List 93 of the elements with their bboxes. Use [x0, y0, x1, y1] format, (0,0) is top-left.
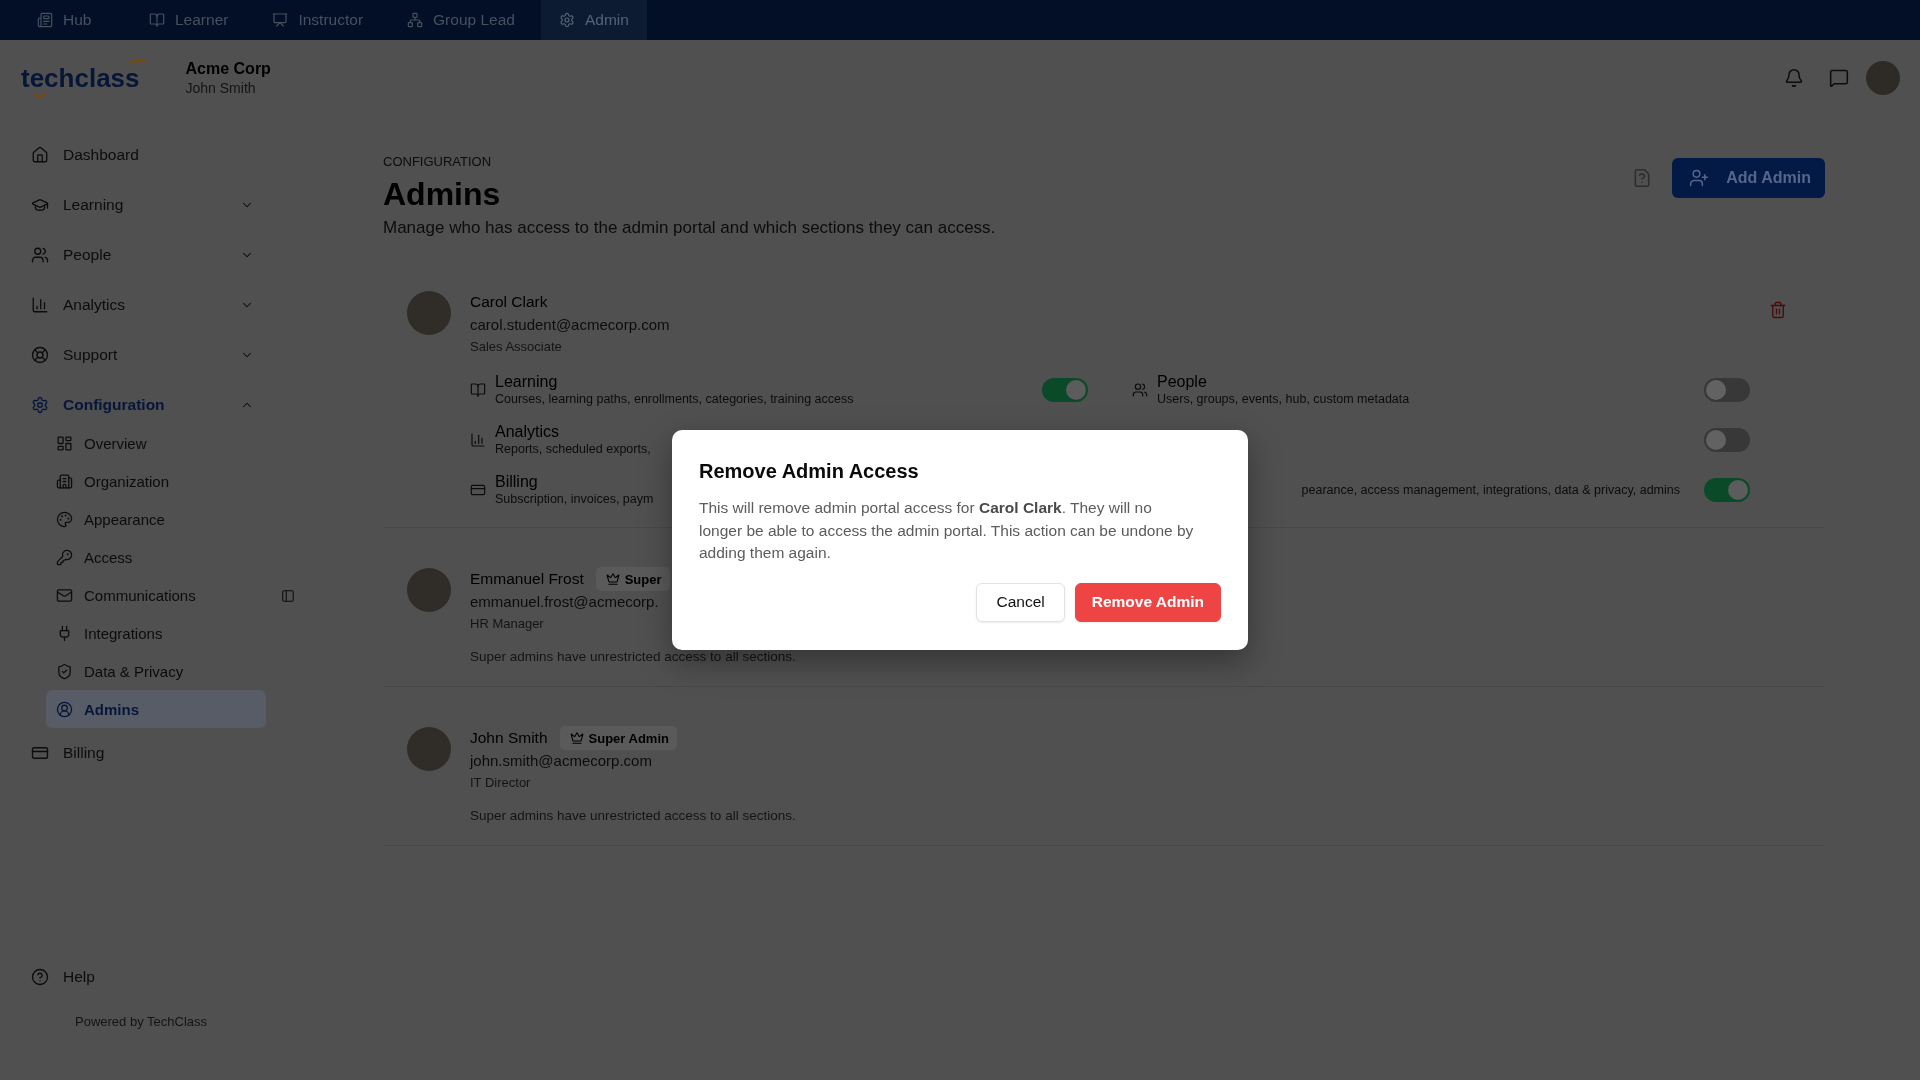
permission-description: Users, groups, events, hub, custom metadata [1157, 391, 1410, 407]
sidebar-item[interactable]: Support [16, 330, 266, 380]
organization-name: Acme Corp [185, 59, 271, 79]
sidebar-subitem[interactable]: Organization [46, 462, 266, 500]
sidebar-item[interactable]: People [16, 230, 266, 280]
sidebar-item[interactable]: Analytics [16, 280, 266, 330]
permission-description: Reports, scheduled exports, [495, 441, 651, 457]
toggle-switch[interactable] [1704, 478, 1750, 502]
breadcrumb: CONFIGURATION [383, 154, 492, 170]
powered-by-text: Powered by TechClass [75, 1014, 207, 1030]
settings-icon [31, 396, 49, 414]
dialog-message: This will remove admin portal access for Carol Clark. They will no longer be able to access the admin portal. This action can be undone by adding them again. [699, 498, 1195, 563]
shield-check-icon [56, 662, 73, 680]
sidebar-subitem[interactable]: Admins [46, 690, 266, 728]
super-admin-badge: Super Admin [559, 726, 677, 750]
super-admin-badge: Super [595, 567, 670, 591]
credit-card-icon [31, 744, 49, 762]
admin-name: Emmanuel Frost [470, 569, 584, 589]
key-icon [56, 548, 73, 566]
permission-title: Analytics [495, 423, 560, 441]
nav-tab[interactable]: Hub [19, 0, 123, 40]
sidebar-subitem[interactable]: Integrations [46, 614, 266, 652]
admin-email: carol.student@acmecorp.com [470, 315, 670, 335]
settings-icon [558, 12, 575, 28]
crown-icon [569, 731, 584, 745]
nav-tab[interactable]: Learner [131, 0, 247, 40]
logo-arc-icon [33, 93, 45, 99]
toggle-switch[interactable] [1042, 378, 1088, 402]
avatar-placeholder[interactable] [1866, 61, 1900, 95]
page-description: Manage who has access to the admin portal and which sections they can access. [383, 217, 996, 239]
permission-title: Billing [495, 473, 538, 491]
crown-icon [605, 572, 620, 586]
nav-tab[interactable]: Instructor [254, 0, 382, 40]
admin-name: John Smith [470, 728, 548, 748]
presentation-icon [272, 12, 289, 28]
page-title: Admins [383, 175, 501, 213]
lifebuoy-icon [31, 346, 49, 364]
palette-icon [56, 510, 73, 528]
bell-icon[interactable] [1784, 68, 1804, 88]
book-icon [470, 382, 486, 398]
add-admin-button[interactable]: Add Admin [1672, 158, 1825, 198]
avatar-placeholder [407, 727, 451, 771]
sidebar-subitem[interactable]: Appearance [46, 500, 266, 538]
sidebar-item[interactable]: Billing [16, 728, 266, 778]
remove-button[interactable]: Remove Admin [1074, 582, 1221, 622]
admin-role: Sales Associate [470, 338, 562, 356]
user-circle-icon [56, 700, 73, 718]
admin-role: HR Manager [470, 615, 544, 633]
users-icon [1132, 382, 1148, 398]
network-icon [407, 12, 424, 28]
access-note: Super admins have unrestricted access to all sections. [470, 807, 796, 825]
permission-title: Learning [495, 373, 558, 391]
grid-icon [56, 434, 73, 452]
sidebar-subitem[interactable]: Communications [46, 576, 266, 614]
nav-tab[interactable]: Admin [540, 0, 647, 40]
logo-text: techclass [21, 63, 140, 93]
nav-tab[interactable]: Group Lead [389, 0, 533, 40]
home-icon [31, 146, 49, 164]
chat-icon[interactable] [1829, 68, 1849, 88]
permission-title: People [1157, 373, 1207, 391]
sidebar-subitem[interactable]: Access [46, 538, 266, 576]
avatar-placeholder [407, 568, 451, 612]
permission-description: Subscription, invoices, paym [495, 491, 654, 507]
credit-card-icon [470, 482, 486, 498]
bar-chart-icon [470, 432, 486, 448]
permission-description: pearance, access management, integrations, data & privacy, admins [1301, 482, 1680, 498]
admin-role: IT Director [470, 774, 531, 792]
cancel-button[interactable]: Cancel [976, 582, 1065, 622]
avatar-placeholder [407, 291, 451, 335]
user-name: John Smith [185, 79, 257, 97]
building-icon [56, 472, 73, 490]
permission-description: Courses, learning paths, enrollments, categories, training access [495, 391, 854, 407]
dialog-title: Remove Admin Access [699, 459, 920, 483]
admin-email: john.smith@acmecorp.com [470, 751, 652, 771]
users-icon [31, 246, 49, 264]
trash-icon[interactable] [1769, 301, 1787, 319]
newspaper-icon [37, 12, 53, 28]
help-link[interactable]: Help [16, 957, 266, 997]
admin-name: Carol Clark [470, 292, 548, 312]
mail-icon [56, 586, 73, 604]
help-icon [31, 968, 49, 986]
user-plus-icon [1689, 168, 1710, 188]
graduation-cap-icon [31, 196, 49, 214]
bar-chart-icon [31, 296, 49, 314]
sidebar-subitem[interactable]: Data & Privacy [46, 652, 266, 690]
sidebar-item[interactable]: Learning [16, 180, 266, 230]
admin-email: emmanuel.frost@acmecorp. [470, 592, 659, 612]
toggle-switch[interactable] [1704, 428, 1750, 452]
logo-arc-icon [129, 57, 146, 64]
panel-icon[interactable] [281, 589, 295, 603]
book-icon [149, 12, 165, 28]
sidebar-item[interactable]: Dashboard [16, 130, 266, 180]
toggle-switch[interactable] [1704, 378, 1750, 402]
